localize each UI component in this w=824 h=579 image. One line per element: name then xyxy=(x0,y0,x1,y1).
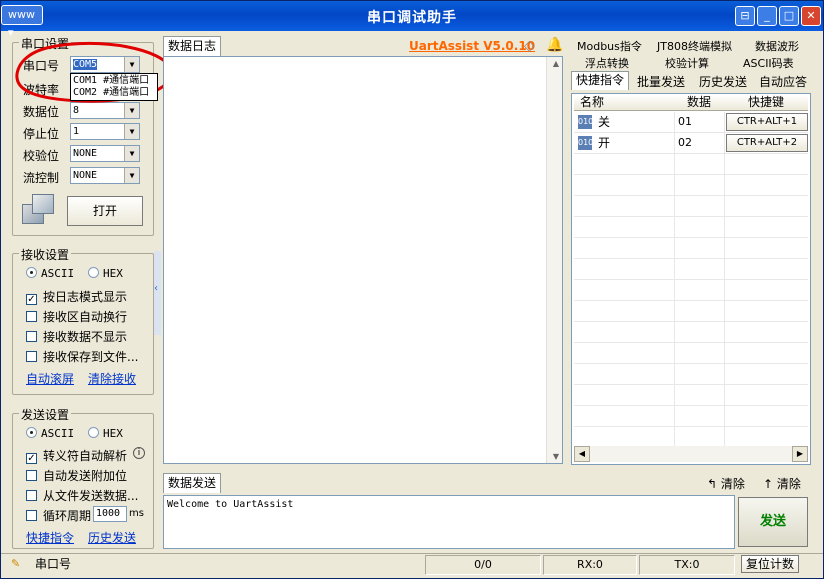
send-input[interactable]: Welcome to UartAssist xyxy=(163,495,735,549)
status-tx: TX:0 xyxy=(639,555,735,575)
clear-send-button-2[interactable]: ↑ 清除 xyxy=(763,475,801,492)
table-hscrollbar[interactable]: ◀ ▶ xyxy=(574,446,808,462)
tab-data-send[interactable]: 数据发送 xyxy=(163,473,222,493)
clear-send-button-1[interactable]: ↰ 清除 xyxy=(707,475,745,492)
shortcut-button[interactable]: CTR+ALT+1 xyxy=(726,113,808,131)
command-icon: 010 xyxy=(578,115,593,129)
reset-count-button[interactable]: 复位计数 xyxy=(741,555,799,573)
row-name: 开 xyxy=(598,136,611,150)
flow-select[interactable]: NONE ▼ xyxy=(70,167,140,184)
gem-icon[interactable]: ◇ xyxy=(524,38,535,54)
port-option[interactable]: COM1 #通信端口 xyxy=(73,75,155,87)
quick-cmd-table: 名称 数据 快捷键 010 关 01 CTR+ALT+1 010 开 02 CT… xyxy=(571,93,811,465)
tab-history-send[interactable]: 历史发送 xyxy=(695,73,751,90)
stopbits-label: 停止位 xyxy=(23,127,60,141)
receive-ascii-radio[interactable]: ASCII xyxy=(26,267,74,280)
history-link[interactable]: 历史发送 xyxy=(88,529,136,546)
quick-cmd-link[interactable]: 快捷指令 xyxy=(26,529,74,546)
period-unit: ms xyxy=(129,508,144,519)
tab-batch-send[interactable]: 批量发送 xyxy=(633,73,689,90)
send-settings-title: 发送设置 xyxy=(19,406,72,423)
maximize-button[interactable]: □ xyxy=(779,6,799,26)
tab-jt808[interactable]: JT808终端模拟 xyxy=(653,38,736,54)
escape-parse-checkbox[interactable]: ✓ 转义符自动解析 xyxy=(26,447,127,464)
scroll-up-arrow[interactable]: ▲ xyxy=(553,59,559,68)
auto-wrap-checkbox[interactable]: 接收区自动换行 xyxy=(26,308,127,325)
scroll-right-arrow[interactable]: ▶ xyxy=(792,446,808,462)
minimize-button[interactable]: _ xyxy=(757,6,777,26)
row-name: 关 xyxy=(598,115,611,129)
clear-receive-link[interactable]: 清除接收 xyxy=(88,370,136,387)
table-row[interactable]: 010 开 02 CTR+ALT+2 xyxy=(574,133,808,154)
panel-collapse-handle[interactable]: ‹ xyxy=(154,251,161,335)
table-row[interactable]: 010 关 01 CTR+ALT+1 xyxy=(574,112,808,133)
send-from-file-checkbox[interactable]: 从文件发送数据... xyxy=(26,487,138,504)
receive-log-area[interactable]: ▼ ▲ xyxy=(163,56,563,464)
send-hex-radio[interactable]: HEX xyxy=(88,427,123,440)
tab-float-convert[interactable]: 浮点转换 xyxy=(581,55,633,71)
brand-link[interactable]: UartAssist V5.0.10 xyxy=(409,39,535,53)
close-button[interactable]: ✕ xyxy=(801,6,821,26)
stopbits-select[interactable]: 1 ▼ xyxy=(70,123,140,140)
header-data[interactable]: 数据 xyxy=(674,95,724,111)
header-shortcut[interactable]: 快捷键 xyxy=(724,95,808,111)
title-bar: www ▾ 串口调试助手 ⊟ _ □ ✕ xyxy=(1,1,823,39)
send-ascii-radio[interactable]: ASCII xyxy=(26,427,74,440)
tab-checksum[interactable]: 校验计算 xyxy=(661,55,713,71)
tab-modbus[interactable]: Modbus指令 xyxy=(573,38,646,54)
chevron-down-icon: ▼ xyxy=(124,168,139,183)
row-data: 01 xyxy=(678,115,692,128)
window-title: 串口调试助手 xyxy=(367,10,457,26)
info-icon[interactable]: i xyxy=(133,447,145,459)
save-to-file-checkbox[interactable]: 接收保存到文件... xyxy=(26,348,138,365)
log-mode-checkbox[interactable]: ✓ 按日志模式显示 xyxy=(26,288,127,305)
chevron-down-icon: ▼ xyxy=(124,124,139,139)
serial-connection-icon xyxy=(22,194,56,226)
app-window: www ▾ 串口调试助手 ⊟ _ □ ✕ 串口设置 串口号 COM5 ▼ COM1… xyxy=(0,0,824,579)
scroll-left-arrow[interactable]: ◀ xyxy=(574,446,590,462)
period-input[interactable]: 1000 xyxy=(93,506,127,522)
port-status-icon: ✎ xyxy=(11,557,21,570)
pin-icon[interactable]: ⊟ xyxy=(735,6,755,26)
receive-hex-radio[interactable]: HEX xyxy=(88,267,123,280)
status-count: 0/0 xyxy=(425,555,541,575)
tab-ascii-table[interactable]: ASCII码表 xyxy=(739,55,798,71)
bell-icon[interactable]: 🔔 xyxy=(546,37,563,53)
command-icon: 010 xyxy=(578,136,593,150)
port-dropdown-list[interactable]: COM1 #通信端口 COM2 #通信端口 xyxy=(70,73,158,101)
loop-period-checkbox[interactable]: 循环周期 xyxy=(26,507,91,524)
header-name[interactable]: 名称 xyxy=(574,95,674,111)
status-port: 串口号 xyxy=(35,557,72,571)
scroll-down-arrow[interactable]: ▼ xyxy=(553,452,559,461)
receive-settings-title: 接收设置 xyxy=(19,246,72,263)
tab-waveform[interactable]: 数据波形 xyxy=(751,38,803,54)
tab-data-log[interactable]: 数据日志 xyxy=(163,36,222,56)
open-port-button[interactable]: 打开 xyxy=(67,196,143,226)
append-bits-checkbox[interactable]: 自动发送附加位 xyxy=(26,467,127,484)
parity-select[interactable]: NONE ▼ xyxy=(70,145,140,162)
parity-label: 校验位 xyxy=(23,149,60,163)
auto-scroll-link[interactable]: 自动滚屏 xyxy=(26,370,74,387)
flow-label: 流控制 xyxy=(23,171,60,185)
send-button[interactable]: 发送 xyxy=(738,497,808,547)
tab-auto-reply[interactable]: 自动应答 xyxy=(755,73,811,90)
port-option[interactable]: COM2 #通信端口 xyxy=(73,87,155,99)
status-rx: RX:0 xyxy=(543,555,637,575)
chevron-down-icon: ▼ xyxy=(124,146,139,161)
row-data: 02 xyxy=(678,136,692,149)
shortcut-button[interactable]: CTR+ALT+2 xyxy=(726,134,808,152)
log-scrollbar[interactable] xyxy=(546,57,562,463)
hide-received-checkbox[interactable]: 接收数据不显示 xyxy=(26,328,127,345)
undo-arrow-icon: ↰ xyxy=(707,477,718,491)
table-grid xyxy=(574,112,808,446)
tab-quick-cmd[interactable]: 快捷指令 xyxy=(571,71,630,90)
up-arrow-icon: ↑ xyxy=(763,477,774,491)
